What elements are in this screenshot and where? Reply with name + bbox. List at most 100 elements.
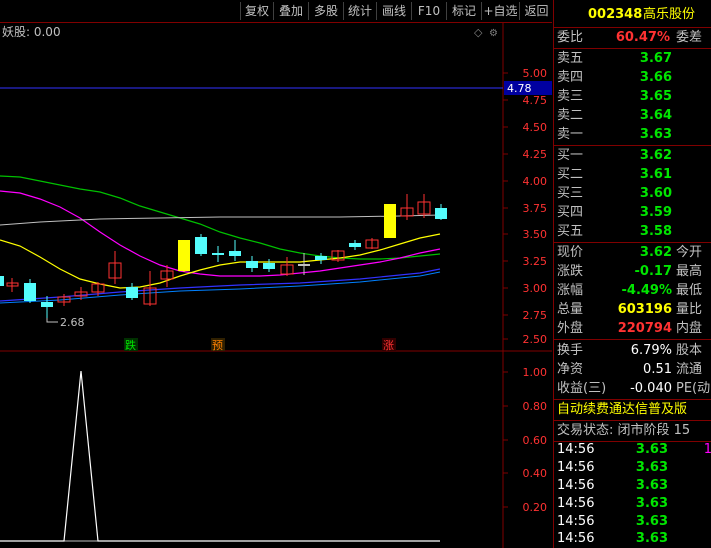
price-tick: 2.75 (523, 309, 548, 322)
price-tick: 3.25 (523, 255, 548, 268)
tick-price: 3.63 (635, 496, 668, 511)
indicator-tick: 0.20 (523, 501, 548, 514)
tick-time: 14:56 (557, 460, 595, 475)
back-button[interactable]: 返回 (519, 2, 553, 20)
tick-time: 14:56 (557, 442, 595, 457)
finance-label: 换手 (557, 343, 584, 358)
sell-price: 3.63 (639, 127, 672, 142)
indicator-tick: 0.40 (523, 467, 548, 480)
sell-price: 3.65 (639, 89, 672, 104)
mark-button[interactable]: 标记 (446, 2, 481, 20)
buy-price: 3.60 (639, 186, 672, 201)
stock-code: 002348 (588, 7, 643, 22)
kline-chart[interactable]: 5.00 4.75 4.50 4.25 4.00 3.75 3.50 3.25 … (0, 22, 552, 548)
finance-row: 收益(三) -0.040 PE(动 (554, 379, 711, 398)
price-tick: 4.75 (523, 94, 548, 107)
finance-label-right: PE(动 (676, 381, 711, 396)
signal-fall-marker: 跌 (125, 338, 136, 352)
tick-time: 14:56 (557, 496, 595, 511)
price-axis: 5.00 4.75 4.50 4.25 4.00 3.75 3.50 3.25 … (503, 67, 547, 346)
overlay-button[interactable]: 叠加 (273, 2, 308, 20)
buy-price: 3.59 (639, 205, 672, 220)
sell-label: 卖四 (557, 70, 584, 85)
indicator-line (0, 370, 440, 542)
quote-value: -0.17 (634, 264, 672, 279)
quote-row: 涨跌 -0.17 最高 (554, 262, 711, 281)
statistics-button[interactable]: 统计 (343, 2, 376, 20)
price-tick: 4.50 (523, 121, 548, 134)
quote-row: 现价 3.62 今开 (554, 243, 711, 262)
webi-label: 委比 (557, 30, 584, 45)
signal-rise-marker: 涨 (383, 339, 394, 352)
buy-price: 3.61 (639, 167, 672, 182)
finance-value: 0.51 (643, 362, 672, 377)
price-tick: 3.50 (523, 228, 548, 241)
quote-row: 外盘 220794 内盘 (554, 319, 711, 338)
webi-row: 委比 60.47% 委差 (554, 28, 711, 47)
price-tick: 5.00 (523, 67, 548, 80)
price-tick: 3.75 (523, 202, 548, 215)
signal-warn-marker: 预 (212, 339, 223, 352)
buy-label: 买一 (557, 148, 584, 163)
marquee-row[interactable]: 自动续费通达信普及版 (554, 400, 711, 419)
sell-price: 3.66 (639, 70, 672, 85)
finance-value: -0.040 (630, 381, 672, 396)
tick-row: 14:56 3.63 (554, 529, 711, 548)
tick-price: 3.63 (635, 478, 668, 493)
quote-value: -4.49% (621, 283, 673, 298)
stock-header: 002348 高乐股份 (554, 4, 711, 26)
draw-line-button[interactable]: 画线 (376, 2, 411, 20)
quote-label-right: 最低 (676, 283, 703, 298)
finance-value: 6.79% (630, 343, 672, 358)
sell-row: 卖五 3.67 (554, 49, 711, 68)
sell-price: 3.64 (639, 108, 672, 123)
trade-status: 交易状态: 闭市阶段 15 (557, 423, 691, 438)
add-watchlist-button[interactable]: +自选 (481, 2, 519, 20)
finance-row: 换手 6.79% 股本 (554, 341, 711, 360)
quote-value: 3.62 (639, 245, 672, 260)
quote-value: 220794 (617, 321, 672, 336)
buy-row: 买一 3.62 (554, 146, 711, 165)
tick-price: 3.63 (635, 531, 668, 546)
f10-button[interactable]: F10 (411, 2, 446, 20)
quote-label-right: 内盘 (676, 321, 703, 336)
finance-row: 净资 0.51 流通 (554, 360, 711, 379)
indicator-tick: 0.60 (523, 434, 548, 447)
finance-label-right: 流通 (676, 362, 703, 377)
settings-icon[interactable]: ⚙ (489, 28, 498, 39)
sell-row: 卖三 3.65 (554, 87, 711, 106)
crosshair-price-value: 4.78 (507, 82, 532, 95)
sell-row: 卖四 3.66 (554, 68, 711, 87)
buy-label: 买三 (557, 186, 584, 201)
quote-label: 涨幅 (557, 283, 584, 298)
tick-row: 14:56 3.63 (554, 476, 711, 495)
buy-label: 买五 (557, 224, 584, 239)
buy-row: 买三 3.60 (554, 184, 711, 203)
tick-price: 3.63 (635, 460, 668, 475)
tick-mark: 1 (703, 442, 711, 457)
finance-label-right: 股本 (676, 343, 703, 358)
indicator-title: 妖股: 0.00 (2, 25, 61, 39)
chart-toolbar: 复权 叠加 多股 统计 画线 F10 标记 +自选 返回 (0, 0, 552, 23)
diamond-icon[interactable]: ◇ (474, 26, 483, 39)
marquee-text[interactable]: 自动续费通达信普及版 (557, 400, 687, 419)
finance-label: 净资 (557, 362, 584, 377)
quote-label: 涨跌 (557, 264, 584, 279)
multi-stock-button[interactable]: 多股 (308, 2, 343, 20)
quote-panel: 002348 高乐股份 委比 60.47% 委差 卖五 3.67 卖四 3.66… (553, 0, 711, 548)
buy-row: 买四 3.59 (554, 203, 711, 222)
quote-row: 总量 603196 量比 (554, 300, 711, 319)
stock-name: 高乐股份 (643, 7, 696, 22)
tick-price: 3.63 (635, 442, 668, 457)
buy-price: 3.62 (639, 148, 672, 163)
quote-label: 总量 (557, 302, 584, 317)
buy-label: 买二 (557, 167, 584, 182)
indicator-axis: 1.00 0.80 0.60 0.40 0.20 (503, 366, 547, 514)
finance-label: 收益(三) (557, 381, 607, 396)
quote-value: 603196 (617, 302, 672, 317)
sell-row: 卖二 3.64 (554, 106, 711, 125)
restore-rights-button[interactable]: 复权 (240, 2, 273, 20)
quote-label-right: 今开 (676, 245, 703, 260)
ma-line-yellow (0, 233, 441, 289)
buy-label: 买四 (557, 205, 584, 220)
